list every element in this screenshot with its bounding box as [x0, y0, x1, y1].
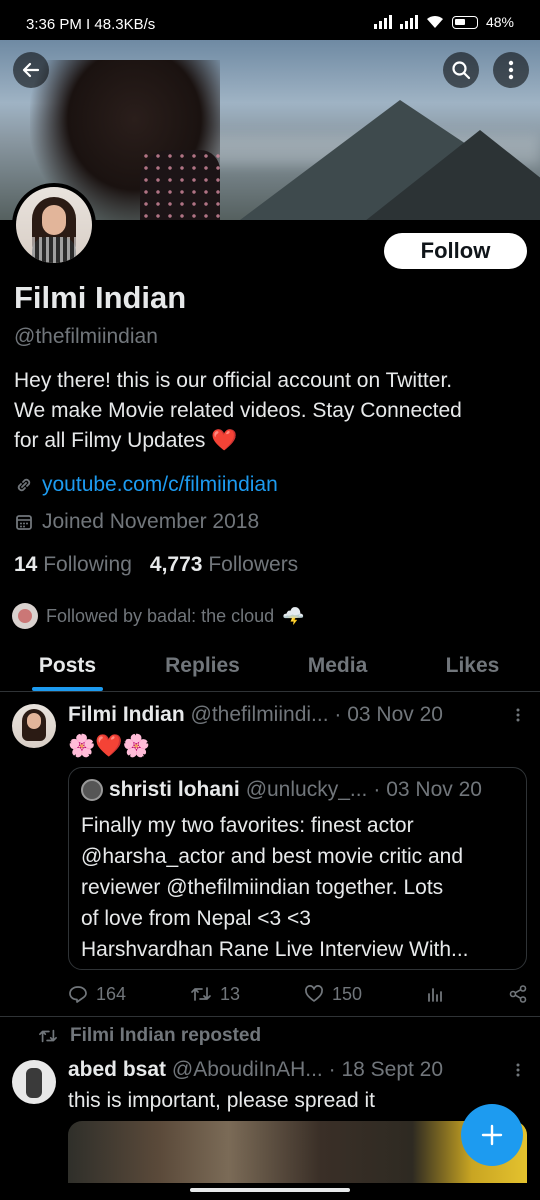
quote-line-3: reviewer @thefilmiindian together. Lots [81, 876, 444, 899]
calendar-icon [16, 515, 32, 530]
status-icons: 48% [373, 14, 514, 30]
quote-line-5: Harshvardhan Rane Live Interview With... [81, 938, 469, 961]
reply-count: 164 [96, 983, 127, 1004]
tweet-header: Filmi Indian @thefilmiindi... · 03 Nov 2… [68, 703, 443, 727]
tab-media[interactable]: Media [270, 644, 405, 691]
reply-button[interactable]: 164 [68, 980, 126, 1008]
followers-count[interactable]: 4,773 Followers [150, 553, 298, 577]
profile-link[interactable]: youtube.com/c/filmiindian [42, 473, 278, 497]
profile-bio: Hey there! this is our official account … [14, 366, 534, 456]
wifi-icon [426, 15, 443, 28]
profile-handle: @thefilmiindian [14, 325, 158, 348]
followed-by-row[interactable]: Followed by badal: the cloud 🌩️ [12, 603, 305, 629]
tab-posts[interactable]: Posts [0, 644, 135, 691]
quote-author-name: shristi lohani [109, 778, 240, 801]
joined-date: Joined November 2018 [42, 510, 260, 533]
back-arrow-icon [22, 62, 40, 78]
share-button[interactable] [508, 980, 528, 1008]
repost-count: 13 [220, 983, 241, 1004]
profile-name: Filmi Indian [14, 280, 187, 315]
like-button[interactable]: 150 [304, 980, 362, 1008]
tab-likes[interactable]: Likes [405, 644, 540, 691]
views-button[interactable] [426, 980, 444, 1008]
search-button[interactable] [443, 52, 479, 88]
quote-header: shristi lohani @unlucky_... · 03 Nov 20 [81, 778, 482, 802]
tab-replies[interactable]: Replies [135, 644, 270, 691]
quoted-tweet[interactable]: shristi lohani @unlucky_... · 03 Nov 20 … [68, 767, 527, 970]
repost-label: Filmi Indian reposted [38, 1025, 261, 1047]
tweet-divider [0, 1016, 540, 1017]
more-options-button[interactable] [493, 52, 529, 88]
follower-avatar [12, 603, 38, 629]
tweet2-text: this is important, please spread it [68, 1089, 375, 1112]
signal-icon-2 [399, 15, 418, 29]
repost-button[interactable]: 13 [190, 980, 240, 1008]
bio-line-3: for all Filmy Updates ❤️ [14, 429, 238, 452]
more-vertical-icon [508, 60, 514, 80]
profile-link-row: youtube.com/c/filmiindian [14, 473, 278, 497]
quote-line-4: of love from Nepal <3 <3 [81, 907, 311, 930]
back-button[interactable] [13, 52, 49, 88]
tweet2-date: · 18 Sept 20 [328, 1058, 444, 1081]
tweet-avatar-abed[interactable] [12, 1060, 56, 1104]
like-icon [305, 985, 323, 1002]
compose-button[interactable] [461, 1104, 523, 1166]
link-icon [17, 478, 31, 492]
battery-percent: 48% [485, 14, 514, 30]
home-indicator[interactable] [190, 1188, 350, 1192]
following-count[interactable]: 14 Following [14, 553, 132, 577]
tweet-author-handle: @thefilmiindi... [190, 703, 329, 726]
battery-icon [451, 15, 478, 29]
tweet-more-button[interactable] [516, 706, 520, 727]
quote-author-handle: @unlucky_... [245, 778, 368, 801]
status-time: 3:36 PM I 48.3KB/s [26, 16, 156, 33]
followed-by-text: Followed by badal: the cloud [46, 605, 275, 626]
search-icon [452, 61, 471, 80]
profile-avatar[interactable] [12, 183, 96, 267]
quote-line-2: @harsha_actor and best movie critic and [81, 845, 464, 868]
tweet2-more-button[interactable] [516, 1061, 520, 1082]
tweet2-author-name[interactable]: abed bsat [68, 1058, 166, 1081]
heart-emoji: ❤️ [211, 429, 238, 452]
tweet2-media[interactable] [68, 1121, 527, 1183]
profile-tabs: Posts Replies Media Likes [0, 644, 540, 692]
bio-line-1: Hey there! this is our official account … [14, 369, 453, 392]
tweet-author-name[interactable]: Filmi Indian [68, 703, 185, 726]
more-vertical-icon [516, 1063, 520, 1077]
tweet-avatar[interactable] [12, 704, 56, 748]
repost-icon [191, 987, 211, 1001]
quote-date: · 03 Nov 20 [373, 778, 482, 801]
repost-icon [39, 1029, 57, 1043]
joined-row: Joined November 2018 [14, 510, 259, 534]
quote-avatar [81, 779, 103, 801]
quote-text: Finally my two favorites: finest actor @… [81, 810, 521, 965]
views-icon [428, 988, 442, 1002]
status-bar: 3:36 PM I 48.3KB/s 48% [0, 0, 540, 40]
follow-button[interactable]: Follow [384, 233, 527, 269]
follow-counts: 14 Following 4,773 Followers [14, 553, 298, 577]
share-icon [509, 985, 527, 1003]
reply-icon [69, 986, 87, 1003]
repost-label-text: Filmi Indian reposted [70, 1025, 262, 1046]
tweet2-author-handle: @AboudiInAH... [171, 1058, 323, 1081]
signal-icon [373, 15, 392, 29]
bio-line-2: We make Movie related videos. Stay Conne… [14, 399, 462, 422]
tweet2-header: abed bsat @AboudiInAH... · 18 Sept 20 [68, 1058, 443, 1082]
like-count: 150 [332, 983, 363, 1004]
plus-icon [481, 1124, 503, 1146]
tweet-actions: 164 13 150 [68, 980, 528, 1008]
more-vertical-icon [516, 708, 520, 722]
quote-line-1: Finally my two favorites: finest actor [81, 814, 414, 837]
tweet-text: 🌸❤️🌸 [68, 733, 151, 758]
tweet-date: · 03 Nov 20 [334, 703, 443, 726]
cloud-emoji: 🌩️ [282, 605, 305, 626]
